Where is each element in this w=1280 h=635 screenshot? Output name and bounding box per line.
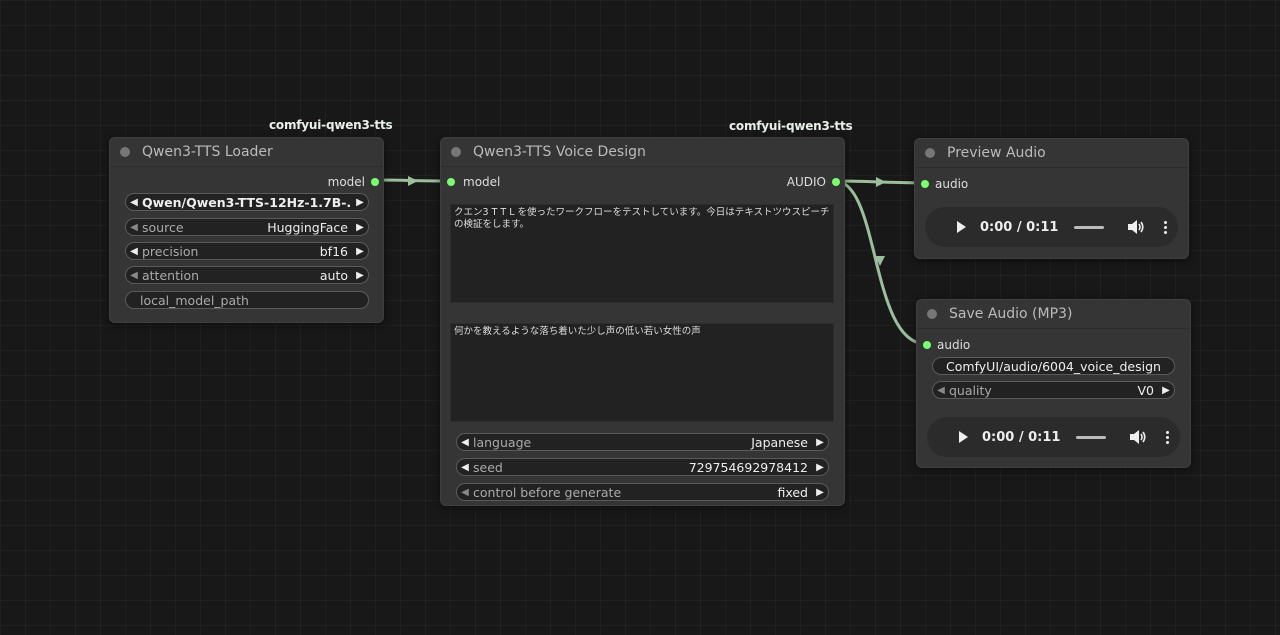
node-title-bar[interactable]: Save Audio (MP3) [917, 300, 1190, 329]
play-icon[interactable] [959, 431, 968, 443]
quality-value: V0 [1137, 382, 1154, 398]
node-title: Save Audio (MP3) [949, 306, 1073, 322]
control-before-generate-combo[interactable]: ◀ control before generate fixed ▶ [456, 483, 829, 501]
node-badge-loader: comfyui-qwen3-tts [269, 118, 393, 132]
volume-icon[interactable] [1128, 220, 1146, 234]
attention-combo[interactable]: ◀ attention auto ▶ [125, 266, 369, 284]
language-combo[interactable]: ◀ language Japanese ▶ [456, 433, 829, 451]
link-audio-preview [834, 179, 927, 185]
input-label: audio [937, 338, 971, 352]
node-title-bar[interactable]: Qwen3-TTS Voice Design [441, 138, 844, 167]
node-title: Preview Audio [947, 145, 1046, 161]
collapse-dot-icon[interactable] [927, 309, 937, 319]
source-label: source [142, 219, 184, 235]
node-title: Qwen3-TTS Voice Design [473, 144, 646, 160]
control-value: fixed [777, 484, 808, 500]
player-progress-bar[interactable] [1074, 225, 1105, 229]
audio-player[interactable]: 0:00 / 0:11 [925, 207, 1178, 247]
attention-value: auto [319, 267, 348, 283]
arrow-right-icon[interactable]: ▶ [1158, 385, 1174, 396]
arrow-left-icon[interactable]: ◀ [126, 270, 142, 281]
node-title-bar[interactable]: Preview Audio [915, 139, 1188, 168]
play-icon[interactable] [957, 221, 966, 233]
player-progress-bar[interactable] [1076, 435, 1107, 439]
output-label: AUDIO [786, 175, 826, 189]
output-dot-icon[interactable] [371, 178, 379, 186]
player-time: 0:00 / 0:11 [980, 219, 1059, 235]
input-dot-icon[interactable] [447, 178, 455, 186]
node-qwen3-tts-voice-design[interactable]: Qwen3-TTS Voice Design model AUDIO クエン3 … [440, 137, 845, 506]
arrow-right-icon[interactable]: ▶ [352, 270, 368, 281]
node-preview-audio[interactable]: Preview Audio audio 0:00 / 0:11 [914, 138, 1189, 259]
seed-number[interactable]: ◀ seed 729754692978412 ▶ [456, 458, 829, 476]
input-port-audio[interactable]: audio [921, 177, 968, 191]
node-badge-voice-design: comfyui-qwen3-tts [729, 119, 853, 133]
node-title: Qwen3-TTS Loader [142, 144, 273, 160]
player-time: 0:00 / 0:11 [982, 429, 1061, 445]
local-model-path-label: local_model_path [140, 292, 249, 308]
link-audio-save [834, 179, 927, 346]
node-qwen3-tts-loader[interactable]: Qwen3-TTS Loader model ◀ Qwen/Qwen3-TTS-… [109, 137, 384, 323]
arrow-left-icon[interactable]: ◀ [126, 246, 142, 257]
arrow-left-icon[interactable]: ◀ [933, 385, 949, 396]
input-dot-icon[interactable] [921, 180, 929, 188]
arrow-right-icon[interactable]: ▶ [812, 487, 828, 498]
output-port-model[interactable]: model [328, 175, 379, 189]
collapse-dot-icon[interactable] [120, 147, 130, 157]
input-dot-icon[interactable] [923, 341, 931, 349]
precision-label: precision [142, 243, 199, 259]
link-audio-preview-arrow [876, 177, 886, 187]
audio-player[interactable]: 0:00 / 0:11 [927, 417, 1180, 457]
collapse-dot-icon[interactable] [925, 148, 935, 158]
arrow-left-icon[interactable]: ◀ [126, 197, 142, 208]
arrow-right-icon[interactable]: ▶ [812, 437, 828, 448]
precision-combo[interactable]: ◀ precision bf16 ▶ [125, 242, 369, 260]
attention-label: attention [142, 267, 200, 283]
input-label: model [463, 175, 501, 189]
arrow-right-icon[interactable]: ▶ [352, 197, 368, 208]
link-model-arrow [408, 176, 418, 186]
more-vert-icon[interactable] [1166, 430, 1170, 444]
output-port-audio[interactable]: AUDIO [787, 175, 840, 189]
arrow-left-icon[interactable]: ◀ [457, 437, 473, 448]
filename-prefix-value: ComfyUI/audio/6004_voice_design [946, 358, 1161, 374]
seed-label: seed [473, 459, 503, 475]
more-vert-icon[interactable] [1164, 220, 1168, 234]
link-audio-save-arrow [875, 256, 885, 266]
precision-value: bf16 [319, 243, 348, 259]
source-value: HuggingFace [267, 219, 348, 235]
arrow-right-icon[interactable]: ▶ [812, 462, 828, 473]
control-label: control before generate [473, 484, 622, 500]
instruct-input[interactable]: 何かを教えるような落ち着いた少し声の低い若い女性の声 [450, 323, 834, 422]
quality-label: quality [949, 382, 992, 398]
volume-icon[interactable] [1130, 430, 1148, 444]
local-model-path-field[interactable]: local_model_path [125, 291, 369, 309]
input-port-audio[interactable]: audio [923, 338, 970, 352]
output-label: model [327, 175, 365, 189]
arrow-right-icon[interactable]: ▶ [352, 222, 368, 233]
source-combo[interactable]: ◀ source HuggingFace ▶ [125, 218, 369, 236]
arrow-right-icon[interactable]: ▶ [352, 246, 368, 257]
language-value: Japanese [751, 434, 808, 450]
collapse-dot-icon[interactable] [451, 147, 461, 157]
model-value: Qwen/Qwen3-TTS-12Hz-1.7B-... [142, 194, 352, 210]
input-label: audio [935, 177, 969, 191]
model-combo[interactable]: ◀ Qwen/Qwen3-TTS-12Hz-1.7B-... ▶ [125, 193, 369, 211]
quality-combo[interactable]: ◀ quality V0 ▶ [932, 381, 1175, 399]
arrow-left-icon[interactable]: ◀ [457, 487, 473, 498]
arrow-left-icon[interactable]: ◀ [126, 222, 142, 233]
node-save-audio-mp3[interactable]: Save Audio (MP3) audio ComfyUI/audio/600… [916, 299, 1191, 468]
link-model [373, 178, 451, 183]
arrow-left-icon[interactable]: ◀ [457, 462, 473, 473]
output-dot-icon[interactable] [832, 178, 840, 186]
node-title-bar[interactable]: Qwen3-TTS Loader [110, 138, 383, 167]
language-label: language [473, 434, 532, 450]
filename-prefix-field[interactable]: ComfyUI/audio/6004_voice_design [932, 357, 1175, 375]
seed-value: 729754692978412 [688, 459, 808, 475]
input-port-model[interactable]: model [447, 175, 500, 189]
text-input[interactable]: クエン3 T T L を使ったワークフローをテストしています。今日はテキストツウ… [450, 204, 834, 303]
